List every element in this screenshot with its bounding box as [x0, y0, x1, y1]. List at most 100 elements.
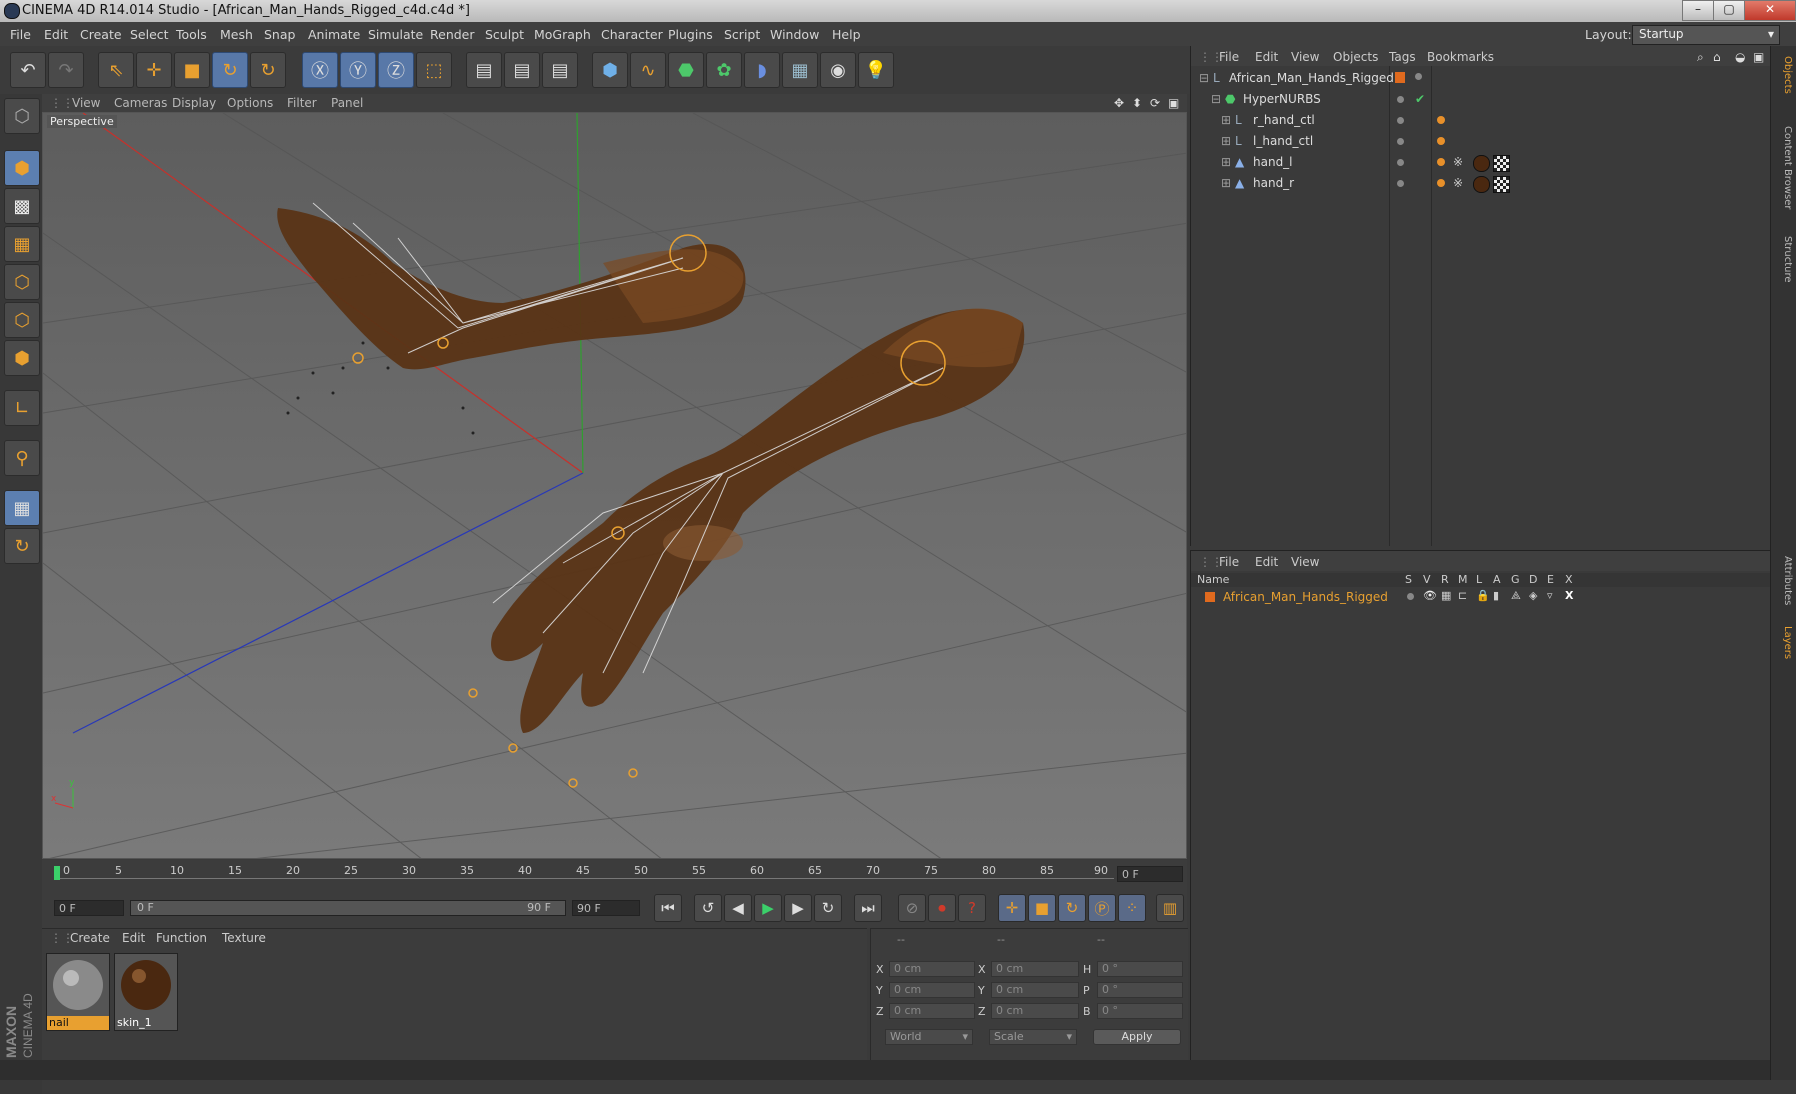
coordinate-space-select[interactable]: World ▾	[885, 1029, 973, 1045]
timeline-ruler[interactable]: 0 5 10 15 20 25 30 35 40 45 50 55 60 65 …	[42, 860, 1187, 888]
new-view-icon[interactable]: ▣	[1753, 50, 1764, 64]
menu-render[interactable]: Render	[430, 27, 475, 42]
viewport-menu-filter[interactable]: Filter	[287, 96, 317, 110]
perspective-viewport[interactable]: yx Perspective	[42, 112, 1187, 859]
workplane-mode-button[interactable]: ▦	[4, 226, 40, 262]
material-swatch-nail[interactable]: nail	[46, 953, 110, 1031]
material-tag-icon[interactable]	[1473, 155, 1490, 172]
texture-tag-icon[interactable]	[1493, 176, 1510, 193]
menu-help[interactable]: Help	[832, 27, 861, 42]
go-to-start-button[interactable]: ⏮	[654, 894, 682, 922]
expand-toggle-icon[interactable]: ⊞	[1221, 155, 1231, 169]
object-menu-tags[interactable]: Tags	[1389, 50, 1416, 64]
size-y-field[interactable]: 0 cm	[991, 982, 1079, 998]
key-parameter-button[interactable]: Ⓟ	[1088, 894, 1116, 922]
render-picture-viewer-button[interactable]: ▤	[504, 52, 540, 88]
light-button[interactable]: 💡	[858, 52, 894, 88]
orbit-view-icon[interactable]: ⟳	[1150, 96, 1160, 110]
dolly-view-icon[interactable]: ⬍	[1132, 96, 1142, 110]
home-icon[interactable]: ⌂	[1713, 50, 1721, 64]
keyframe-selection-button[interactable]: ?	[958, 894, 986, 922]
tab-layers[interactable]: Layers	[1775, 626, 1793, 659]
end-frame-field[interactable]: 90 F	[572, 900, 640, 916]
menu-create[interactable]: Create	[80, 27, 122, 42]
layer-menu-edit[interactable]: Edit	[1255, 555, 1278, 569]
animation-icon[interactable]: ▮	[1493, 589, 1499, 602]
viewport-menu-cameras[interactable]: Cameras	[114, 96, 167, 110]
editor-visibility-dot[interactable]	[1415, 73, 1422, 80]
scale-tool-button[interactable]: ■	[174, 52, 210, 88]
points-mode-button[interactable]: ⬡	[4, 264, 40, 300]
layer-color-swatch[interactable]	[1205, 592, 1215, 602]
close-button[interactable]: ✕	[1744, 0, 1796, 21]
position-z-field[interactable]: 0 cm	[889, 1003, 975, 1019]
position-y-field[interactable]: 0 cm	[889, 982, 975, 998]
xref-icon[interactable]: X	[1565, 589, 1573, 602]
weight-tag-icon[interactable]: ※	[1453, 176, 1463, 190]
preview-range-slider[interactable]: 0 F 90 F	[130, 900, 566, 916]
editor-visibility-dot[interactable]	[1397, 180, 1404, 187]
key-pla-button[interactable]: ⁘	[1118, 894, 1146, 922]
z-axis-lock-button[interactable]: Ⓩ	[378, 52, 414, 88]
search-icon[interactable]: ⌕	[1697, 50, 1704, 65]
menu-mesh[interactable]: Mesh	[220, 27, 253, 42]
material-menu-texture[interactable]: Texture	[222, 931, 266, 945]
manager-icon[interactable]: ⊏	[1458, 589, 1467, 602]
object-row[interactable]: ⊞ ▲ hand_l ※	[1191, 152, 1771, 173]
play-button[interactable]: ▶	[754, 894, 782, 922]
key-rotation-button[interactable]: ↻	[1058, 894, 1086, 922]
axis-mode-button[interactable]: ∟	[4, 390, 40, 426]
layout-select[interactable]: Startup ▾	[1632, 25, 1780, 45]
maximize-view-icon[interactable]: ▣	[1168, 96, 1179, 110]
object-row[interactable]: ⊞ Ⅼ l_hand_ctl	[1191, 131, 1771, 152]
expand-toggle-icon[interactable]: ⊞	[1221, 176, 1231, 190]
next-frame-button[interactable]: ▶	[784, 894, 812, 922]
tweak-mode-button[interactable]: ⚲	[4, 440, 40, 476]
generator-icon[interactable]: ⟁	[1511, 589, 1521, 603]
tag-icon[interactable]	[1437, 179, 1445, 187]
collapse-toggle-icon[interactable]: ⊟	[1199, 71, 1209, 85]
object-menu-edit[interactable]: Edit	[1255, 50, 1278, 64]
material-menu-function[interactable]: Function	[156, 931, 207, 945]
undo-button[interactable]: ↶	[10, 52, 46, 88]
texture-mode-button[interactable]: ▩	[4, 188, 40, 224]
timeline-window-button[interactable]: ▥	[1156, 894, 1184, 922]
object-row[interactable]: ⊟ Ⅼ African_Man_Hands_Rigged	[1191, 68, 1771, 89]
rotate-tool-button[interactable]: ↻	[212, 52, 248, 88]
collapse-toggle-icon[interactable]: ⊟	[1211, 92, 1221, 106]
array-button[interactable]: ✿	[706, 52, 742, 88]
viewport-menu-options[interactable]: Options	[227, 96, 273, 110]
menu-simulate[interactable]: Simulate	[368, 27, 423, 42]
object-menu-file[interactable]: File	[1219, 50, 1239, 64]
render-view-button[interactable]: ▤	[466, 52, 502, 88]
menu-file[interactable]: File	[10, 27, 31, 42]
rotation-b-field[interactable]: 0 °	[1097, 1003, 1183, 1019]
snap-button[interactable]: ▦	[4, 490, 40, 526]
pan-view-icon[interactable]: ✥	[1114, 96, 1124, 110]
make-editable-button[interactable]: ⬡	[4, 98, 40, 134]
spline-pen-button[interactable]: ∿	[630, 52, 666, 88]
size-x-field[interactable]: 0 cm	[991, 961, 1079, 977]
object-menu-bookmarks[interactable]: Bookmarks	[1427, 50, 1494, 64]
viewport-menu-panel[interactable]: Panel	[331, 96, 363, 110]
key-position-button[interactable]: ✛	[998, 894, 1026, 922]
layer-menu-view[interactable]: View	[1291, 555, 1319, 569]
maximize-button[interactable]: ▢	[1713, 0, 1745, 21]
model-mode-button[interactable]: ⬢	[4, 150, 40, 186]
editor-visibility-dot[interactable]	[1397, 159, 1404, 166]
autokeying-button[interactable]: ⏺	[928, 894, 956, 922]
menu-select[interactable]: Select	[130, 27, 169, 42]
camera-button[interactable]: ◉	[820, 52, 856, 88]
tag-icon[interactable]	[1437, 158, 1445, 166]
menu-mograph[interactable]: MoGraph	[534, 27, 591, 42]
menu-snap[interactable]: Snap	[264, 27, 295, 42]
locked-workplane-button[interactable]: ↻	[4, 528, 40, 564]
size-z-field[interactable]: 0 cm	[991, 1003, 1079, 1019]
x-axis-lock-button[interactable]: Ⓧ	[302, 52, 338, 88]
polygons-mode-button[interactable]: ⬢	[4, 340, 40, 376]
expression-icon[interactable]: ▿	[1547, 589, 1553, 602]
key-scale-button[interactable]: ■	[1028, 894, 1056, 922]
nurbs-button[interactable]: ⬣	[668, 52, 704, 88]
coordinate-system-button[interactable]: ⬚	[416, 52, 452, 88]
record-active-objects-button[interactable]: ⊘	[898, 894, 926, 922]
